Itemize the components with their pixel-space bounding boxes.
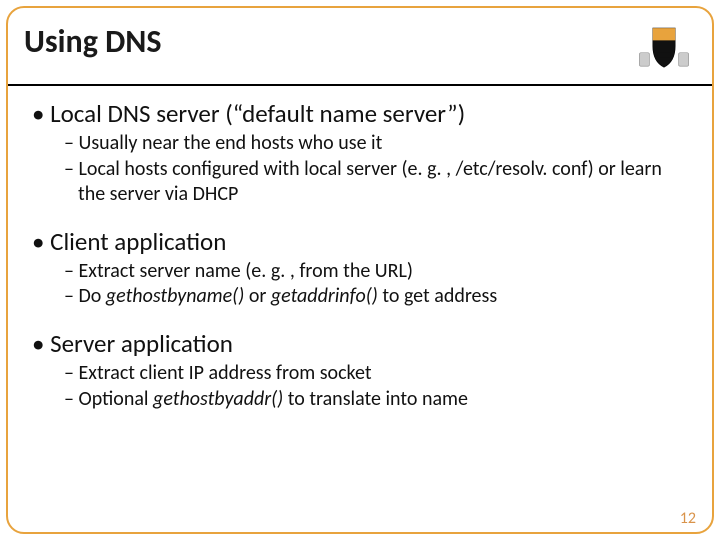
- section-heading: Server application: [28, 328, 692, 359]
- sub-list: Usually near the end hosts who use it Lo…: [28, 131, 692, 208]
- item-text: or: [244, 284, 271, 308]
- section-local-dns: Local DNS server (“default name server”)…: [28, 98, 692, 208]
- section-heading: Client application: [28, 226, 692, 257]
- slide-content: Local DNS server (“default name server”)…: [0, 86, 720, 412]
- list-item: Local hosts configured with local server…: [64, 157, 692, 208]
- slide-title: Using DNS: [24, 22, 161, 61]
- list-item: Do gethostbyname() or getaddrinfo() to g…: [64, 284, 692, 310]
- item-text: to translate into name: [283, 387, 468, 411]
- section-heading: Local DNS server (“default name server”): [28, 98, 692, 129]
- list-item: Optional gethostbyaddr() to translate in…: [64, 387, 692, 413]
- list-item: Extract client IP address from socket: [64, 361, 692, 387]
- item-text: Usually near the end hosts who use it: [78, 131, 382, 155]
- sub-list: Extract client IP address from socket Op…: [28, 361, 692, 412]
- slide-header: Using DNS: [0, 0, 720, 82]
- item-text: Extract client IP address from socket: [78, 361, 371, 385]
- princeton-shield-logo: [636, 18, 692, 74]
- sub-list: Extract server name (e. g. , from the UR…: [28, 259, 692, 310]
- page-number: 12: [680, 509, 696, 528]
- item-ital: getaddrinfo(): [271, 284, 378, 308]
- item-ital: gethostbyaddr(): [153, 387, 283, 411]
- item-text: Local hosts configured with local server…: [78, 157, 662, 207]
- item-ital: gethostbyname(): [106, 284, 244, 308]
- list-item: Usually near the end hosts who use it: [64, 131, 692, 157]
- item-text: to get address: [378, 284, 497, 308]
- section-client-app: Client application Extract server name (…: [28, 226, 692, 310]
- section-server-app: Server application Extract client IP add…: [28, 328, 692, 412]
- list-item: Extract server name (e. g. , from the UR…: [64, 259, 692, 285]
- item-text: Optional: [78, 387, 153, 411]
- item-text: Extract server name (e. g. , from the UR…: [78, 259, 412, 283]
- item-text: Do: [78, 284, 105, 308]
